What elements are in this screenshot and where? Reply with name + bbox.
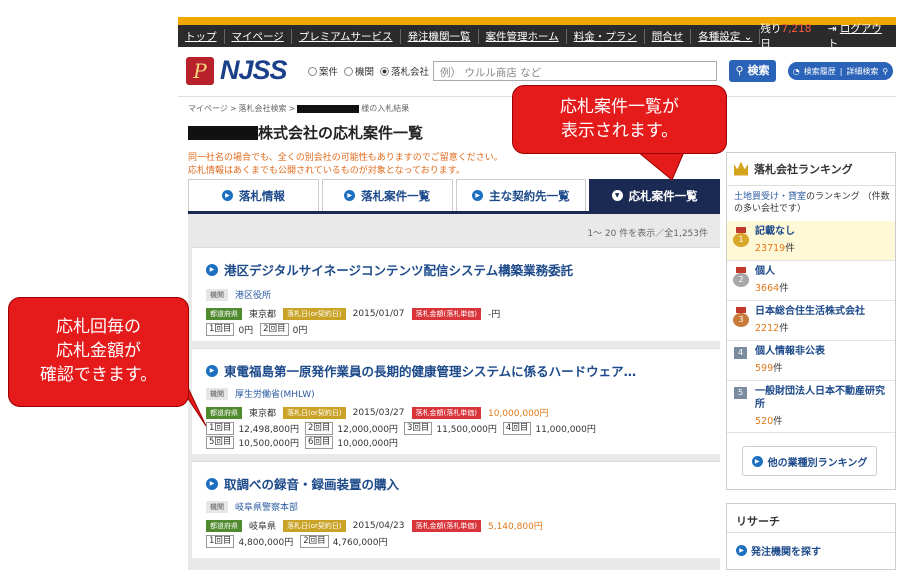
- search-type-radios: 案件 機関 落札会社: [308, 64, 429, 78]
- result-count: 1～ 20 件を表示／全1,253件: [587, 229, 708, 239]
- ranking-item[interactable]: 2 個人 3664件: [727, 261, 895, 301]
- agency-link[interactable]: 港区役所: [235, 288, 271, 301]
- breadcrumb-current: 様の入札結果: [361, 104, 410, 113]
- bid-round: 6回目 10,000,000円: [304, 436, 398, 449]
- search-button[interactable]: ⚲ 検索: [729, 60, 776, 82]
- rank-number-badge: 5: [734, 387, 747, 399]
- case-title-link[interactable]: ▶ 東電福島第一原発作業員の長期的健康管理システムに係るハードウェア…: [206, 361, 636, 380]
- case-card: ▶ 港区デジタルサイネージコンテンツ配信システム構築業務委託 機関 港区役所 都道府…: [192, 247, 720, 341]
- bid-round: 1回目 12,498,800円: [206, 422, 299, 435]
- play-icon: ▶: [344, 190, 356, 201]
- research-header: リサーチ: [736, 515, 780, 528]
- nav-agencies[interactable]: 発注機関一覧: [401, 28, 479, 44]
- bid-round: 3回目 11,500,000円: [403, 422, 497, 435]
- tab-bid-list[interactable]: ▼ 応札案件一覧: [589, 179, 720, 211]
- bid-round: 2回目 12,000,000円: [304, 422, 398, 435]
- ranking-item[interactable]: 1 記載なし 23719件: [727, 221, 895, 261]
- ranking-item[interactable]: 4 個人情報非公表 599件: [727, 341, 895, 381]
- prefecture: 岐阜県: [249, 522, 277, 532]
- premium-logo-icon[interactable]: P: [186, 57, 214, 85]
- rank-number-badge: 4: [734, 347, 747, 359]
- ranking-item[interactable]: 5 一般財団法人日本不動産研究所 520件: [727, 381, 895, 433]
- redacted-company: [297, 104, 360, 113]
- divider: [727, 532, 895, 533]
- page-title: 株式会社の応札案件一覧: [188, 122, 423, 143]
- prefecture: 東京都: [249, 310, 277, 320]
- breadcrumb: マイページ > 落札会社検索 > 様の入札結果: [188, 103, 410, 114]
- bid-round: 2回目 4,760,000円: [300, 535, 388, 548]
- history-icon: ◔: [792, 66, 800, 76]
- award-date: 2015/01/07: [352, 308, 405, 319]
- ranking-header: 落札会社ランキング: [726, 152, 896, 186]
- nav-pricing[interactable]: 料金・プラン: [567, 28, 645, 44]
- njss-logo[interactable]: NJSS: [220, 55, 288, 86]
- case-card: ▶ 東電福島第一原発作業員の長期的健康管理システムに係るハードウェア… 機関 厚生労…: [192, 348, 720, 454]
- case-card: ▶ 取調べの録音・録画装置の購入 機関 岐阜県警察本部 都道府県 岐阜県 落札日(or契…: [192, 461, 720, 558]
- radio-agency[interactable]: 機関: [344, 64, 374, 78]
- chevron-down-icon: ▼: [611, 190, 623, 201]
- search-history-link[interactable]: 検索履歴: [804, 66, 836, 77]
- notice-text: 同一社名の場合でも、全くの別会社の可能性もありますのでご留意ください。 応札情報…: [188, 153, 503, 176]
- tab-award-info[interactable]: ▶ 落札情報: [188, 179, 319, 211]
- play-icon: ▶: [206, 364, 218, 377]
- search-history-pill: ◔ 検索履歴 | 詳細検索 ⚲: [788, 62, 893, 80]
- tab-bar: ▶ 落札情報 ▶ 落札案件一覧 ▶ 主な契約先一覧 ▼ 応札案件一覧: [188, 179, 720, 211]
- logout-icon: ⇥: [827, 23, 837, 35]
- case-title-link[interactable]: ▶ 港区デジタルサイネージコンテンツ配信システム構築業務委託: [206, 260, 573, 279]
- play-icon: ▶: [751, 455, 763, 467]
- find-agency-link[interactable]: ▶ 発注機関を探す: [736, 543, 821, 558]
- bid-round: 4回目 11,000,000円: [502, 422, 596, 435]
- tab-award-list[interactable]: ▶ 落札案件一覧: [321, 179, 453, 211]
- case-title-link[interactable]: ▶ 取調べの録音・録画装置の購入: [206, 474, 399, 493]
- nav-settings[interactable]: 各種設定 ⌄: [691, 28, 761, 44]
- play-icon: ▶: [206, 263, 218, 276]
- award-date: 2015/03/27: [352, 407, 405, 418]
- play-icon: ▶: [472, 190, 484, 201]
- crown-icon: [734, 161, 748, 176]
- bid-round: 1回目 4,800,000円: [206, 535, 293, 548]
- nav-mypage[interactable]: マイページ: [225, 28, 292, 44]
- ranking-item[interactable]: 3 日本総合住生活株式会社 2212件: [727, 301, 895, 341]
- agency-link[interactable]: 岐阜県警察本部: [235, 500, 298, 513]
- breadcrumb-mypage[interactable]: マイページ: [188, 103, 228, 114]
- ranking-description: 土地買受け・貸室のランキング （件数の多い会社です）: [734, 192, 890, 214]
- award-date: 2015/04/23: [352, 520, 405, 531]
- bid-round: 5回目 10,500,000円: [206, 436, 299, 449]
- agency-tag: 機関: [206, 288, 228, 301]
- agency-link[interactable]: 厚生労働省(MHLW): [235, 387, 315, 400]
- search-input[interactable]: 例） ウルル商店 など: [433, 61, 717, 81]
- advanced-search-link[interactable]: 詳細検索: [846, 66, 878, 77]
- prefecture: 東京都: [249, 409, 277, 419]
- award-amount: 10,000,000円: [487, 409, 549, 419]
- bronze-medal-icon: 3: [733, 307, 749, 327]
- advanced-search-icon: ⚲: [882, 66, 889, 76]
- gold-medal-icon: 1: [733, 227, 749, 247]
- award-amount: 5,140,800円: [487, 522, 543, 532]
- callout-bid-list: 応札案件一覧が 表示されます。: [512, 85, 727, 154]
- nav-premium[interactable]: プレミアムサービス: [292, 28, 401, 44]
- search-icon: ⚲: [735, 64, 744, 77]
- radio-winner[interactable]: 落札会社: [380, 64, 429, 78]
- award-amount: -円: [487, 310, 501, 320]
- global-nav: トップ マイページ プレミアムサービス 発注機関一覧 案件管理ホーム 料金・プラ…: [178, 23, 896, 50]
- radio-case[interactable]: 案件: [308, 64, 338, 78]
- bid-round: 1回目 0円: [206, 323, 253, 336]
- bid-round: 2回目 0円: [260, 323, 307, 336]
- breadcrumb-winner-search[interactable]: 落札会社検索: [239, 103, 287, 114]
- nav-case-home[interactable]: 案件管理ホーム: [479, 28, 567, 44]
- redacted-company-name: [188, 125, 258, 140]
- play-icon: ▶: [736, 545, 747, 556]
- tab-main-clients[interactable]: ▶ 主な契約先一覧: [455, 179, 587, 211]
- nav-contact[interactable]: 問合せ: [645, 28, 692, 44]
- callout-bid-amounts: 応札回毎の 応札金額が 確認できます。: [8, 297, 189, 407]
- silver-medal-icon: 2: [733, 267, 749, 287]
- category-link[interactable]: 土地買受け・貸室: [734, 192, 806, 202]
- other-rankings-button[interactable]: ▶ 他の業種別ランキング: [742, 446, 877, 476]
- play-icon: ▶: [206, 477, 218, 490]
- nav-top[interactable]: トップ: [178, 28, 225, 44]
- play-icon: ▶: [221, 190, 233, 201]
